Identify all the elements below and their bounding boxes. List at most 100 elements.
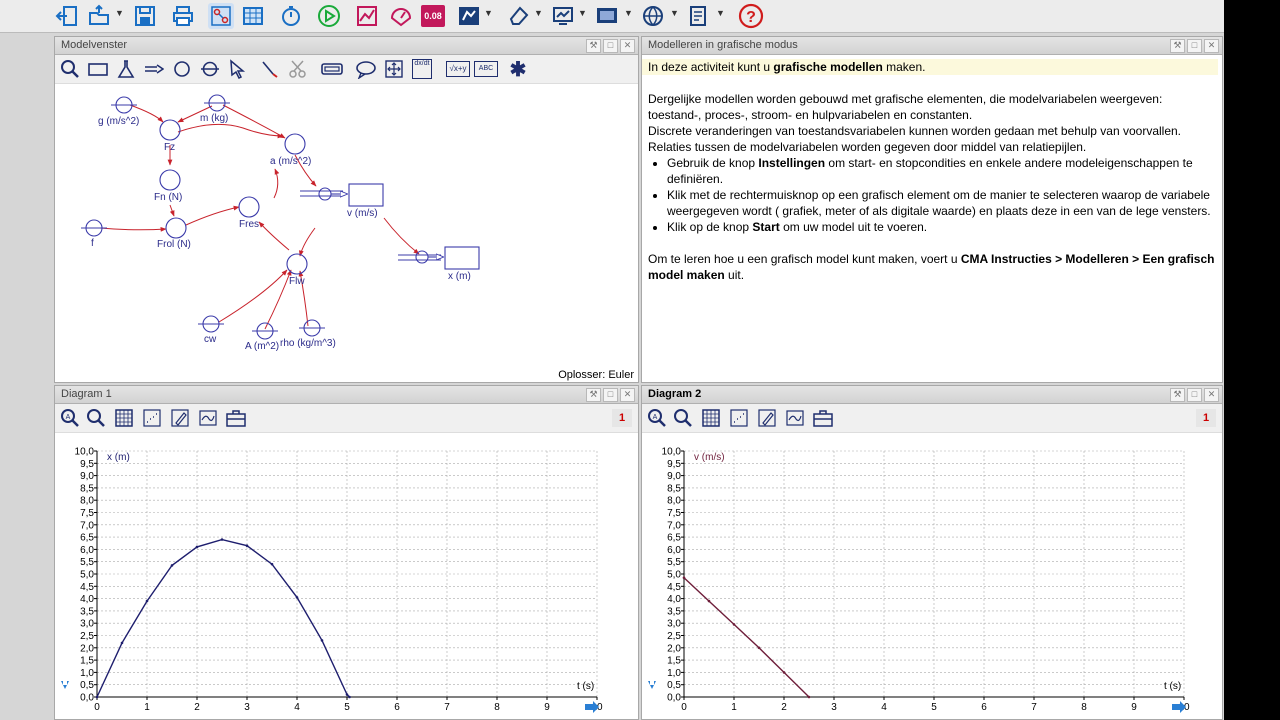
diagram1-ytick-label: 10,0 xyxy=(75,447,95,458)
text-icon[interactable]: ABC xyxy=(473,58,499,80)
meter-icon[interactable] xyxy=(388,3,414,29)
save-icon[interactable] xyxy=(132,3,158,29)
speech-icon[interactable] xyxy=(355,58,377,80)
document-icon[interactable] xyxy=(686,3,712,29)
display-dropdown-arrow-icon[interactable]: ▼ xyxy=(624,8,633,18)
info-bullet-1: Gebruik de knop Instellingen om start- e… xyxy=(667,155,1218,187)
diagram2-xtick-label: 0 xyxy=(681,702,687,713)
star-icon[interactable]: ✱ xyxy=(507,58,529,81)
diagram2-down-arrow-icon[interactable] xyxy=(648,681,656,689)
diagram1-ytick-label: 6,5 xyxy=(80,533,94,544)
value-icon[interactable]: 0.08 xyxy=(420,3,446,29)
pointer-icon[interactable] xyxy=(227,58,249,80)
diagram2-ytick-label: 6,5 xyxy=(667,533,681,544)
diagram2-badge[interactable]: 1 xyxy=(1196,409,1216,427)
label-m: m (kg) xyxy=(200,113,229,124)
diagram2-ytick-label: 3,0 xyxy=(667,619,681,630)
open-icon[interactable] xyxy=(86,3,112,29)
info-outro: Om te leren hoe u een grafisch model kun… xyxy=(648,252,1215,282)
toolbox-icon[interactable] xyxy=(812,407,834,429)
eraser-dropdown-arrow-icon[interactable]: ▼ xyxy=(534,8,543,18)
constant-icon[interactable] xyxy=(199,58,221,80)
eraser-icon[interactable] xyxy=(506,3,532,29)
diagram2-chart[interactable]: 0,00,51,01,52,02,53,03,54,04,55,05,56,06… xyxy=(642,433,1222,718)
model-canvas[interactable]: g (m/s^2) m (kg) Fz a (m/s^2) Fn (N) v (… xyxy=(55,84,638,382)
help-icon[interactable]: ? xyxy=(738,3,764,29)
rectangle-icon[interactable] xyxy=(321,58,343,80)
formula-icon[interactable]: √x+y xyxy=(445,58,471,80)
wrench-icon[interactable]: ⚒ xyxy=(586,39,601,53)
animation-dropdown-arrow-icon[interactable]: ▼ xyxy=(484,8,493,18)
diagram2-xtick-label: 1 xyxy=(731,702,737,713)
diagram1-badge[interactable]: 1 xyxy=(612,409,632,427)
run-icon[interactable] xyxy=(316,3,342,29)
grid-icon[interactable] xyxy=(113,407,135,429)
diagram1-data-point xyxy=(245,544,249,548)
maximize-icon[interactable]: □ xyxy=(603,388,618,402)
toolbox-icon[interactable] xyxy=(225,407,247,429)
exit-icon[interactable] xyxy=(54,3,80,29)
close-icon[interactable]: ✕ xyxy=(1204,388,1219,402)
close-icon[interactable]: ✕ xyxy=(620,388,635,402)
globe-dropdown-arrow-icon[interactable]: ▼ xyxy=(670,8,679,18)
graph-icon[interactable] xyxy=(354,3,380,29)
screen-icon[interactable] xyxy=(550,3,576,29)
scissors-icon[interactable] xyxy=(287,58,309,80)
label-fn: Fn (N) xyxy=(154,192,183,203)
diagram1-down-arrow-icon[interactable] xyxy=(61,681,69,689)
flask-icon[interactable] xyxy=(115,58,137,80)
display-icon[interactable] xyxy=(594,3,620,29)
timer-icon[interactable] xyxy=(278,3,304,29)
close-icon[interactable]: ✕ xyxy=(1204,39,1219,53)
document-dropdown-arrow-icon[interactable]: ▼ xyxy=(716,8,725,18)
diagram2-xtick-label: 7 xyxy=(1031,702,1037,713)
fit-icon[interactable] xyxy=(784,407,806,429)
wrench-icon[interactable]: ⚒ xyxy=(1170,39,1185,53)
zoom-reset-icon[interactable]: A xyxy=(59,407,81,429)
relation-icon[interactable] xyxy=(259,58,281,80)
diagram1-chart[interactable]: 0,00,51,01,52,02,53,03,54,04,55,05,56,06… xyxy=(55,433,638,718)
fit-icon[interactable] xyxy=(197,407,219,429)
model-icon[interactable] xyxy=(208,3,234,29)
maximize-icon[interactable]: □ xyxy=(603,39,618,53)
diagram2-ytick-label: 5,0 xyxy=(667,570,681,581)
open-dropdown-arrow-icon[interactable]: ▼ xyxy=(115,8,124,18)
label-v: v (m/s) xyxy=(347,208,378,219)
screen-dropdown-arrow-icon[interactable]: ▼ xyxy=(578,8,587,18)
zoom-icon[interactable] xyxy=(672,407,694,429)
label-A: A (m^2) xyxy=(245,341,280,352)
wrench-icon[interactable]: ⚒ xyxy=(586,388,601,402)
globe-icon[interactable] xyxy=(640,3,666,29)
info-bullet-2: Klik met de rechtermuisknop op een grafi… xyxy=(667,187,1218,219)
print-icon[interactable] xyxy=(170,3,196,29)
diagram2-ytick-label: 6,0 xyxy=(667,545,681,556)
fit-icon[interactable] xyxy=(383,58,405,80)
diagram1-xtick-label: 0 xyxy=(94,702,100,713)
table-icon[interactable] xyxy=(240,3,266,29)
diagram1-plot-area[interactable]: 0,0 0,5 1,0 1,5 2,0 2,5 3,0 3,5 4,0 4,5 5,0 5,5 6,0 6… xyxy=(55,433,638,719)
info-paragraph-3: Relaties tussen de modelvariabelen worde… xyxy=(648,140,1087,154)
info-paragraph-1: Dergelijke modellen worden gebouwd met g… xyxy=(648,92,1163,122)
diagram1-ytick-label: 8,5 xyxy=(80,483,94,494)
flow-icon[interactable] xyxy=(143,58,165,80)
diagram2-plot-area[interactable]: 0,0 0,5 1,0 1,5 2,0 2,5 3,0 3,5 4,0 4,5 5,0 5,5 6,0 6… xyxy=(642,433,1222,719)
zoom-icon[interactable] xyxy=(85,407,107,429)
diagram1-ytick-label: 7,5 xyxy=(80,508,94,519)
scatter-icon[interactable] xyxy=(141,407,163,429)
derivative-icon[interactable]: dx/dt xyxy=(411,58,433,80)
maximize-icon[interactable]: □ xyxy=(1187,39,1202,53)
scatter-icon[interactable] xyxy=(728,407,750,429)
animation-icon[interactable] xyxy=(456,3,482,29)
pen-icon[interactable] xyxy=(756,407,778,429)
pen-icon[interactable] xyxy=(169,407,191,429)
diagram2-xtick-label: 3 xyxy=(831,702,837,713)
auxiliary-icon[interactable] xyxy=(171,58,193,80)
diagram1-xtick-label: 8 xyxy=(494,702,500,713)
close-icon[interactable]: ✕ xyxy=(620,39,635,53)
grid-icon[interactable] xyxy=(700,407,722,429)
zoom-icon[interactable] xyxy=(59,58,81,80)
stock-icon[interactable] xyxy=(87,58,109,80)
wrench-icon[interactable]: ⚒ xyxy=(1170,388,1185,402)
zoom-reset-icon[interactable]: A xyxy=(646,407,668,429)
maximize-icon[interactable]: □ xyxy=(1187,388,1202,402)
